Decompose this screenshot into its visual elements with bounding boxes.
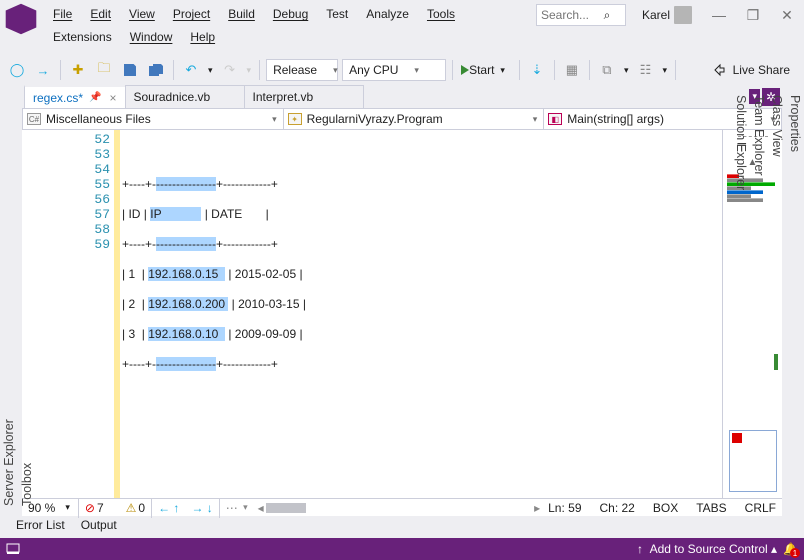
play-icon [461, 65, 469, 75]
nav-next[interactable]: → ↓ [191, 501, 212, 515]
live-share-icon [713, 63, 727, 77]
ide-status-bar: ↑ Add to Source Control ▴ 🔔1 [0, 538, 804, 560]
menu-debug[interactable]: Debug [264, 4, 317, 26]
menu-view[interactable]: View [120, 4, 164, 26]
quick-search[interactable]: ⌕ [536, 4, 626, 26]
tab-interpret[interactable]: Interpret.vb [244, 85, 364, 108]
redo-dropdown[interactable]: ▾ [245, 65, 254, 76]
toggle-whitespace[interactable]: ⋯ ▾ [226, 501, 250, 515]
caret-col: Ch: 22 [600, 501, 635, 515]
menu-window[interactable]: Window [121, 27, 182, 47]
toolbar-icon-4[interactable]: ☷ [634, 59, 656, 81]
toolbox-tab[interactable]: Toolbox [18, 85, 36, 516]
editor-area: regex.cs*📌× Souradnice.vb Interpret.vb ▾… [22, 85, 782, 516]
left-dock: Server Explorer Toolbox [0, 85, 22, 516]
menu-file[interactable]: File [44, 4, 81, 26]
live-share[interactable]: Live Share [705, 63, 798, 77]
window-close[interactable]: ✕ [770, 4, 804, 26]
editor-status-bar: 90 %▾ ⊘7 ⚠0 ← ↑ → ↓ ⋯ ▾ ◂▸ Ln: 59 Ch: 22… [22, 498, 782, 516]
error-count[interactable]: ⊘7 [85, 501, 104, 515]
properties-tab[interactable]: Properties [786, 85, 804, 516]
menu-extensions[interactable]: Extensions [44, 27, 121, 47]
minimap-viewport[interactable] [729, 430, 777, 492]
open-file-icon[interactable]: 🗀 [93, 59, 115, 81]
menu-project[interactable]: Project [164, 4, 219, 26]
output-tab[interactable]: Output [73, 516, 125, 534]
menu-edit[interactable]: Edit [81, 4, 120, 26]
platform-combo[interactable]: Any CPU▾ [342, 59, 446, 81]
title-bar: File Edit View Project Build Debug Test … [0, 0, 804, 55]
code-text[interactable]: +----+----------------+------------+ | I… [122, 130, 722, 498]
tab-regex[interactable]: regex.cs*📌× [24, 85, 126, 108]
status-icon [6, 543, 20, 555]
menu-tools[interactable]: Tools [418, 4, 464, 26]
tab-souradnice[interactable]: Souradnice.vb [125, 85, 245, 108]
warning-count[interactable]: ⚠0 [126, 501, 145, 515]
start-button[interactable]: Start▾ [459, 63, 513, 77]
search-icon[interactable]: ⌕ [597, 8, 617, 23]
menu-analyze[interactable]: Analyze [357, 4, 418, 26]
main-menu: File Edit View Project Build Debug Test … [44, 0, 804, 47]
nav-prev[interactable]: ← ↑ [158, 501, 179, 515]
window-restore[interactable]: ❐ [736, 4, 770, 26]
code-editor[interactable]: 5253545556575859 +----+----------------+… [22, 130, 782, 498]
menu-help[interactable]: Help [181, 27, 224, 47]
toolbar-icon-2[interactable]: ▦ [561, 59, 583, 81]
toolbar-icon-1[interactable]: ⇣ [526, 59, 548, 81]
source-control-button[interactable]: ↑ Add to Source Control ▴ [637, 542, 777, 556]
search-input[interactable] [537, 8, 597, 22]
change-margin [114, 130, 120, 498]
nav-type-combo[interactable]: ✦RegularniVyrazy.Program▾ [284, 109, 545, 129]
nav-project-combo[interactable]: C#Miscellaneous Files▾ [23, 109, 284, 129]
close-icon[interactable]: × [109, 91, 116, 105]
save-all-icon[interactable] [145, 59, 167, 81]
vs-logo-icon [4, 2, 38, 36]
configuration-combo[interactable]: Release▾ [266, 59, 338, 81]
user-account[interactable]: Karel [632, 4, 702, 26]
toolbar-icon-3[interactable]: ⧉ [596, 59, 618, 81]
main-area: Server Explorer Toolbox regex.cs*📌× Sour… [0, 85, 804, 516]
error-list-tab[interactable]: Error List [8, 516, 73, 534]
document-tabs: regex.cs*📌× Souradnice.vb Interpret.vb ▾… [22, 85, 782, 108]
redo-icon[interactable]: ↷ [219, 59, 241, 81]
server-explorer-tab[interactable]: Server Explorer [0, 85, 18, 516]
menu-test[interactable]: Test [317, 4, 357, 26]
notifications-button[interactable]: 🔔1 [783, 542, 798, 556]
selection-mode[interactable]: BOX [653, 501, 678, 515]
undo-dropdown[interactable]: ▾ [206, 65, 215, 76]
navigation-bar: C#Miscellaneous Files▾ ✦RegularniVyrazy.… [22, 108, 782, 130]
horizontal-scrollbar[interactable]: ◂▸ [254, 501, 544, 515]
right-dock: Properties Class View Team Explorer Solu… [782, 85, 804, 516]
save-icon[interactable] [119, 59, 141, 81]
window-minimize[interactable]: — [702, 4, 736, 26]
bottom-tool-tabs: Error List Output [0, 516, 804, 538]
new-project-icon[interactable]: ✚ [67, 59, 89, 81]
indent-mode[interactable]: TABS [696, 501, 726, 515]
nav-fwd-icon[interactable]: → [32, 59, 54, 81]
pin-icon[interactable]: 📌 [89, 92, 101, 103]
undo-icon[interactable]: ↶ [180, 59, 202, 81]
standard-toolbar: ◯ → ✚ 🗀 ↶ ▾ ↷ ▾ Release▾ Any CPU▾ Start▾ ⇣… [0, 55, 804, 85]
avatar-icon [674, 6, 692, 24]
nav-back-icon[interactable]: ◯ [6, 59, 28, 81]
caret-line: Ln: 59 [548, 501, 581, 515]
menu-build[interactable]: Build [219, 4, 264, 26]
